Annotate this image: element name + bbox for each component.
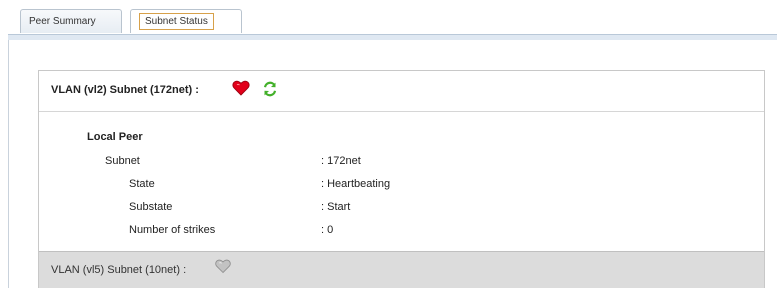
tab-subnet-status[interactable]: Subnet Status [130, 9, 242, 33]
vlan-title: VLAN (vl2) Subnet (172net) : [51, 84, 199, 96]
substate-value: : Start [321, 201, 351, 213]
local-peer-title: Local Peer [87, 131, 143, 143]
refresh-green-icon[interactable] [262, 81, 278, 97]
vlan-header: VLAN (vl2) Subnet (172net) : [39, 71, 764, 112]
state-label: State [129, 178, 155, 190]
tab-subnet-status-label: Subnet Status [139, 13, 214, 30]
state-value: : Heartbeating [321, 178, 391, 190]
tab-peer-summary[interactable]: Peer Summary [20, 9, 122, 33]
heart-grey-icon[interactable] [215, 258, 231, 274]
subnet-label: Subnet [105, 155, 140, 167]
strikes-label: Number of strikes [129, 224, 216, 236]
tab-bar: Peer Summary Subnet Status [0, 0, 777, 41]
tab-peer-summary-label: Peer Summary [29, 16, 96, 27]
substate-label: Substate [129, 201, 173, 213]
vlan-footer: VLAN (vl5) Subnet (10net) : [39, 251, 764, 288]
vlan2-title: VLAN (vl5) Subnet (10net) : [51, 264, 187, 276]
subnet-status-panel: VLAN (vl2) Subnet (172net) : Local Peer … [38, 70, 765, 288]
strikes-value: : 0 [321, 224, 334, 236]
heart-red-icon[interactable] [232, 79, 250, 97]
subnet-value: : 172net [321, 155, 361, 167]
